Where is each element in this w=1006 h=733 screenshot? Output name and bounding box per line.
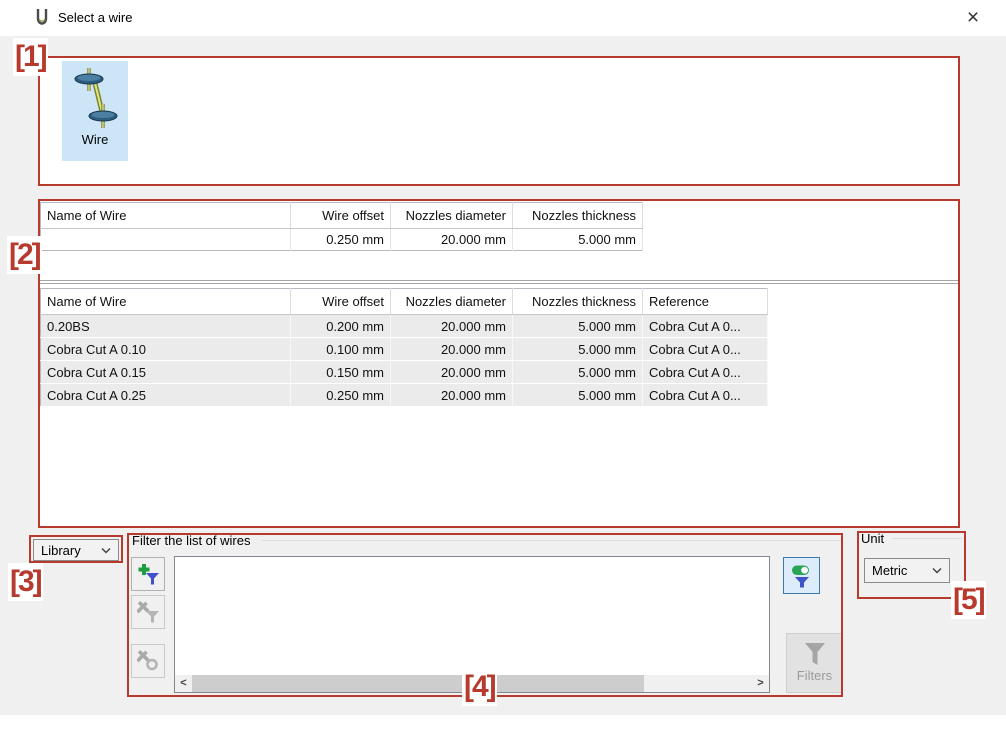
cell-diameter: 20.000 mm: [391, 384, 513, 407]
cell-name: [41, 229, 291, 251]
cell-diameter: 20.000 mm: [391, 361, 513, 384]
cell-name: Cobra Cut A 0.10: [41, 338, 291, 361]
cell-offset: 0.200 mm: [291, 315, 391, 338]
annotation-marker-5: [5]: [951, 581, 986, 619]
column-header-name[interactable]: Name of Wire: [41, 289, 291, 315]
annotation-marker-4: [4]: [462, 668, 497, 706]
library-header-row: Name of Wire Wire offset Nozzles diamete…: [41, 289, 768, 315]
cell-reference: Cobra Cut A 0...: [643, 361, 768, 384]
column-header-offset[interactable]: Wire offset: [291, 289, 391, 315]
column-header-thickness[interactable]: Nozzles thickness: [513, 203, 643, 229]
cell-thickness: 5.000 mm: [513, 384, 643, 407]
library-row-3[interactable]: Cobra Cut A 0.25 0.250 mm 20.000 mm 5.00…: [41, 384, 768, 407]
window-title: Select a wire: [58, 0, 132, 36]
library-row-1[interactable]: Cobra Cut A 0.10 0.100 mm 20.000 mm 5.00…: [41, 338, 768, 361]
column-header-offset[interactable]: Wire offset: [291, 203, 391, 229]
selected-wire-header-row: Name of Wire Wire offset Nozzles diamete…: [41, 203, 643, 229]
annotation-box-1-wire-panel: [38, 56, 960, 186]
wire-library-table: Name of Wire Wire offset Nozzles diamete…: [40, 288, 768, 407]
library-row-0[interactable]: 0.20BS 0.200 mm 20.000 mm 5.000 mm Cobra…: [41, 315, 768, 338]
annotation-marker-1: [1]: [13, 38, 48, 76]
cell-thickness: 5.000 mm: [513, 361, 643, 384]
column-header-name[interactable]: Name of Wire: [41, 203, 291, 229]
cell-reference: Cobra Cut A 0...: [643, 338, 768, 361]
annotation-box-3-library-combo: [29, 535, 123, 563]
cell-offset: 0.250 mm: [291, 384, 391, 407]
cell-diameter: 20.000 mm: [391, 338, 513, 361]
annotation-marker-2: [2]: [7, 236, 42, 274]
cell-offset: 0.250 mm: [291, 229, 391, 251]
cell-reference: Cobra Cut A 0...: [643, 315, 768, 338]
wire-app-icon: [34, 7, 50, 29]
column-header-reference[interactable]: Reference: [643, 289, 768, 315]
cell-reference: Cobra Cut A 0...: [643, 384, 768, 407]
selected-wire-row[interactable]: 0.250 mm 20.000 mm 5.000 mm: [41, 229, 643, 251]
selected-wire-table: Name of Wire Wire offset Nozzles diamete…: [40, 202, 643, 251]
library-row-2[interactable]: Cobra Cut A 0.15 0.150 mm 20.000 mm 5.00…: [41, 361, 768, 384]
cell-name: Cobra Cut A 0.15: [41, 361, 291, 384]
wire-icon: [69, 66, 121, 130]
cell-thickness: 5.000 mm: [513, 229, 643, 251]
wire-tile-label: Wire: [82, 132, 109, 147]
wire-type-tile[interactable]: Wire: [62, 61, 128, 161]
close-button[interactable]: ×: [950, 0, 996, 36]
annotation-marker-3: [3]: [8, 563, 43, 601]
cell-diameter: 20.000 mm: [391, 229, 513, 251]
annotation-box-5-unit-group: [857, 531, 966, 599]
column-header-thickness[interactable]: Nozzles thickness: [513, 289, 643, 315]
cell-name: Cobra Cut A 0.25: [41, 384, 291, 407]
cell-thickness: 5.000 mm: [513, 315, 643, 338]
title-bar: Select a wire ×: [0, 0, 1006, 36]
cell-name: 0.20BS: [41, 315, 291, 338]
cell-diameter: 20.000 mm: [391, 315, 513, 338]
column-header-diameter[interactable]: Nozzles diameter: [391, 289, 513, 315]
cell-thickness: 5.000 mm: [513, 338, 643, 361]
cell-offset: 0.150 mm: [291, 361, 391, 384]
column-header-diameter[interactable]: Nozzles diameter: [391, 203, 513, 229]
select-a-wire-dialog: Select a wire × Wire Name of Wire Wire o…: [0, 0, 1006, 733]
table-separator: [40, 280, 958, 284]
cell-offset: 0.100 mm: [291, 338, 391, 361]
